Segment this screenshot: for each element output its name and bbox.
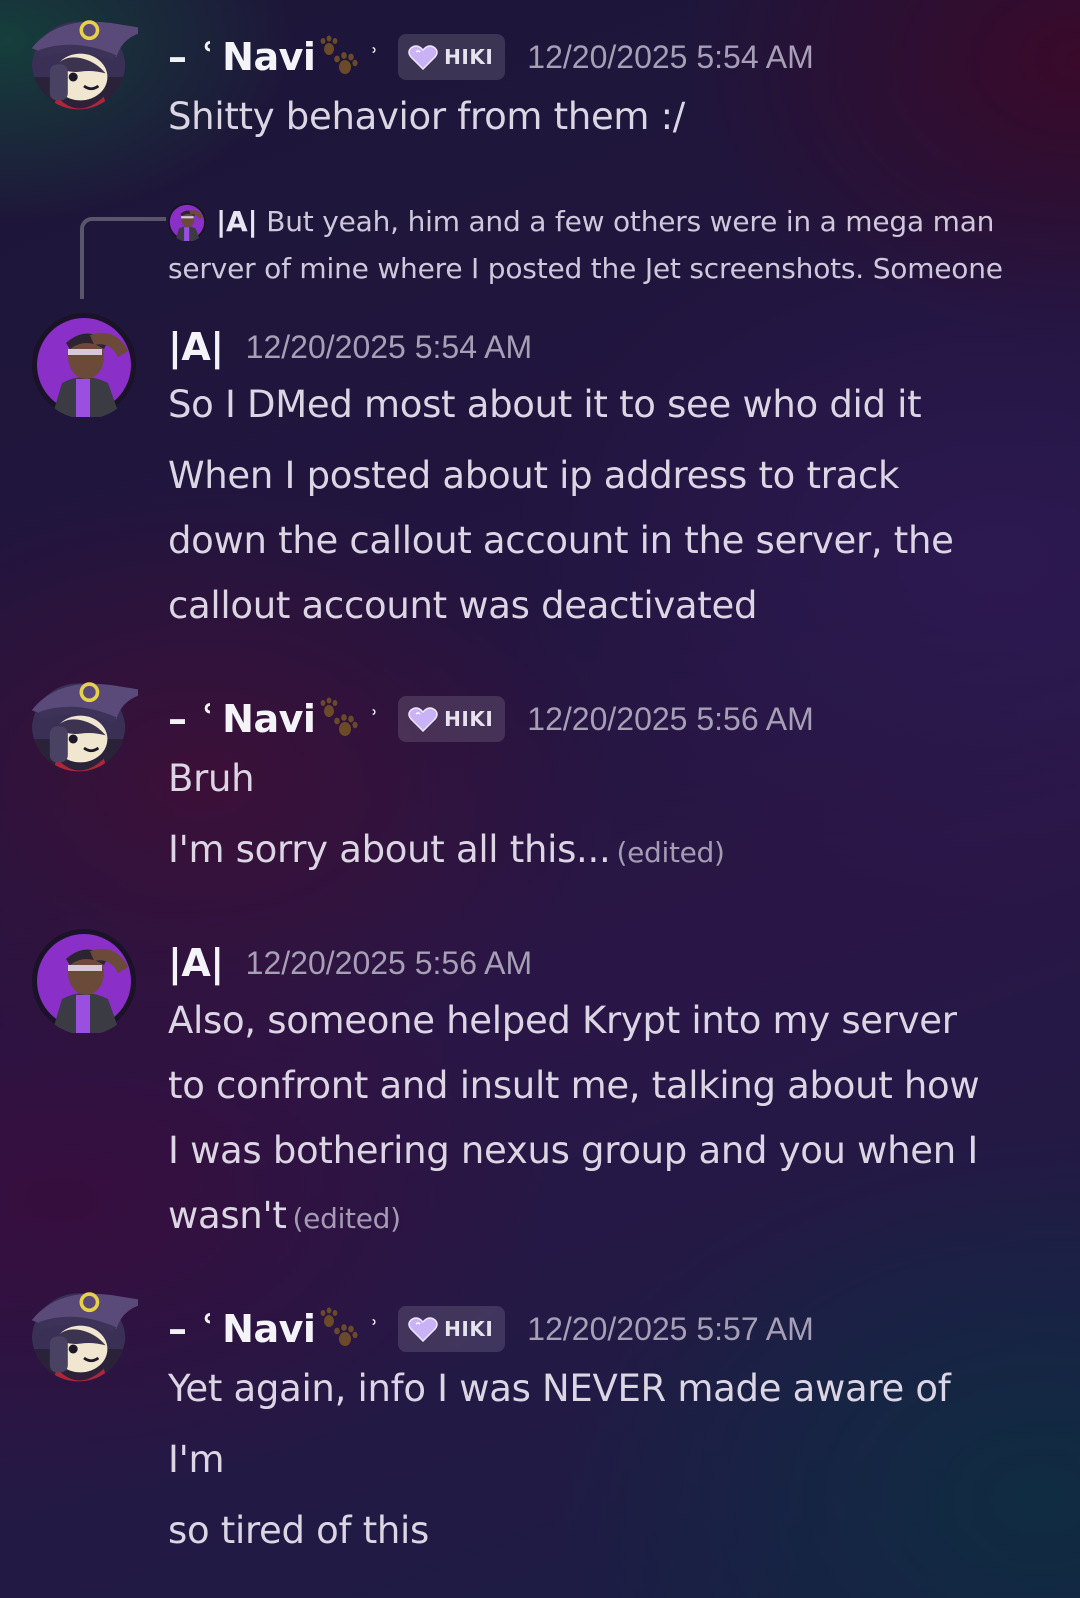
edited-label: (edited) [616, 836, 725, 869]
reply-text-line-2: server of mine where I posted the Jet sc… [168, 252, 1003, 285]
server-tag-label: HIKI [444, 45, 494, 69]
edited-label: (edited) [292, 1202, 402, 1235]
username[interactable]: Navi [222, 1307, 316, 1351]
message-header: |A| 12/20/2025 5:56 AM [168, 938, 532, 988]
message-line: Yet again, info I was NEVER made aware o… [168, 1367, 951, 1410]
message-line: callout account was deactivated [168, 584, 758, 627]
paw-prints-icon [317, 35, 361, 79]
message-line: down the callout account in the server, … [168, 519, 954, 562]
message-line: wasn't (edited) [168, 1183, 979, 1251]
timestamp[interactable]: 12/20/2025 5:54 AM [527, 39, 813, 76]
user-avatar[interactable] [30, 1286, 138, 1394]
message-line: to confront and insult me, talking about… [168, 1064, 980, 1107]
message-line: I'm [168, 1438, 225, 1481]
heart-shield-icon [408, 706, 438, 732]
message-line: So I DMed most about it to see who did i… [168, 383, 922, 426]
message-header: – ʿ Navi ʾ HIKI 12/20/2025 5:57 AM [168, 1304, 814, 1354]
message-line: I was bothering nexus group and you when… [168, 1129, 978, 1172]
username-decoration-left: – ʿ [168, 697, 215, 741]
user-avatar[interactable] [32, 929, 136, 1033]
username[interactable]: Navi [222, 35, 316, 79]
message-line: I'm sorry about all this... (edited) [168, 817, 725, 885]
paw-prints-icon [317, 1307, 361, 1351]
reply-preview[interactable]: |A| But yeah, him and a few others were … [168, 198, 1048, 292]
reply-avatar [168, 203, 206, 241]
server-tag-label: HIKI [444, 707, 494, 731]
user-avatar[interactable] [30, 676, 138, 784]
message-line: Shitty behavior from them :/ [168, 95, 685, 138]
username[interactable]: |A| [168, 325, 224, 369]
message-header: – ʿ Navi ʾ HIKI 12/20/2025 5:54 AM [168, 32, 814, 82]
timestamp[interactable]: 12/20/2025 5:54 AM [246, 329, 532, 366]
message-header: |A| 12/20/2025 5:54 AM [168, 322, 532, 372]
message-content: Yet again, info I was NEVER made aware o… [168, 1356, 951, 1563]
username-decoration-right: ʾ [371, 1316, 379, 1342]
timestamp[interactable]: 12/20/2025 5:56 AM [527, 701, 813, 738]
message-line: Bruh [168, 757, 255, 800]
heart-shield-icon [408, 1316, 438, 1342]
reply-connector-icon [80, 217, 166, 299]
server-tag[interactable]: HIKI [398, 34, 506, 80]
paw-prints-icon [317, 697, 361, 741]
server-tag[interactable]: HIKI [398, 696, 506, 742]
server-tag-label: HIKI [444, 1317, 494, 1341]
timestamp[interactable]: 12/20/2025 5:57 AM [527, 1311, 813, 1348]
username[interactable]: Navi [222, 697, 316, 741]
username-decoration-left: – ʿ [168, 1307, 215, 1351]
username-decoration-right: ʾ [371, 706, 379, 732]
message-header: – ʿ Navi ʾ HIKI 12/20/2025 5:56 AM [168, 694, 814, 744]
message-text: I'm sorry about all this... [168, 828, 611, 871]
user-avatar[interactable] [30, 14, 138, 122]
message-content: Bruh I'm sorry about all this... (edited) [168, 746, 725, 885]
reply-line-1: |A| But yeah, him and a few others were … [168, 198, 1048, 245]
message-content: Also, someone helped Krypt into my serve… [168, 988, 980, 1251]
user-avatar[interactable] [32, 313, 136, 417]
reply-text: But yeah, him and a few others were in a… [266, 205, 995, 238]
timestamp[interactable]: 12/20/2025 5:56 AM [246, 945, 532, 982]
username[interactable]: |A| [168, 941, 224, 985]
heart-shield-icon [408, 44, 438, 70]
reply-author: |A| [216, 205, 258, 238]
username-decoration-left: – ʿ [168, 35, 215, 79]
message-content: So I DMed most about it to see who did i… [168, 372, 954, 638]
message-text: wasn't [168, 1194, 287, 1237]
message-line: so tired of this [168, 1509, 430, 1552]
message-line: Also, someone helped Krypt into my serve… [168, 999, 957, 1042]
username-decoration-right: ʾ [371, 44, 379, 70]
server-tag[interactable]: HIKI [398, 1306, 506, 1352]
message-content: Shitty behavior from them :/ [168, 84, 685, 149]
message-line: When I posted about ip address to track [168, 454, 900, 497]
